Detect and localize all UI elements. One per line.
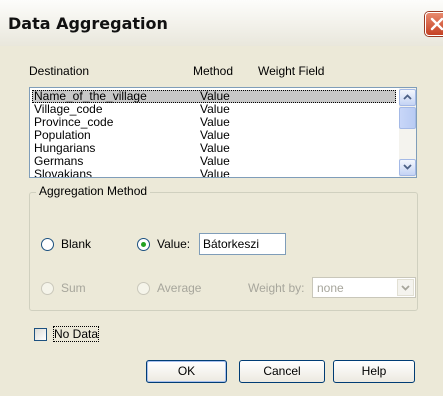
close-icon bbox=[430, 17, 443, 31]
field-list[interactable]: Name_of_the_village Value Village_code V… bbox=[29, 87, 417, 178]
chevron-up-icon bbox=[403, 94, 412, 100]
window-title: Data Aggregation bbox=[8, 14, 168, 33]
list-item-method: Value bbox=[200, 167, 230, 178]
column-header-weight-field: Weight Field bbox=[258, 64, 325, 78]
weight-by-dropdown-button[interactable] bbox=[397, 279, 414, 296]
scroll-up-button[interactable] bbox=[399, 89, 416, 106]
weight-by-value: none bbox=[317, 281, 344, 295]
chevron-down-icon bbox=[401, 285, 410, 291]
average-label[interactable]: Average bbox=[157, 281, 201, 295]
sum-label[interactable]: Sum bbox=[61, 281, 86, 295]
column-header-method: Method bbox=[193, 64, 234, 78]
weight-by-select[interactable]: none bbox=[312, 277, 416, 298]
vertical-scrollbar[interactable] bbox=[399, 88, 416, 177]
chevron-down-icon bbox=[403, 164, 412, 170]
weight-by-label: Weight by: bbox=[248, 281, 305, 295]
close-button[interactable] bbox=[425, 12, 443, 36]
value-label[interactable]: Value: bbox=[157, 237, 190, 251]
radio-selected-dot bbox=[141, 242, 146, 247]
ok-button[interactable]: OK bbox=[146, 360, 227, 383]
cancel-button[interactable]: Cancel bbox=[239, 360, 325, 383]
column-header-destination: Destination bbox=[29, 64, 90, 78]
data-aggregation-dialog: Data Aggregation Destination Method Weig… bbox=[0, 0, 443, 396]
list-item-destination: Slovakians bbox=[34, 167, 93, 178]
no-data-label[interactable]: No Data bbox=[52, 326, 100, 342]
sum-radio[interactable] bbox=[41, 282, 54, 295]
scroll-thumb[interactable] bbox=[399, 107, 416, 129]
value-input[interactable]: Bátorkeszi bbox=[199, 233, 286, 255]
title-bar[interactable]: Data Aggregation bbox=[0, 0, 443, 46]
blank-radio[interactable] bbox=[41, 238, 54, 251]
value-radio[interactable] bbox=[137, 238, 150, 251]
help-button[interactable]: Help bbox=[333, 360, 415, 383]
blank-label[interactable]: Blank bbox=[61, 237, 91, 251]
aggregation-method-legend: Aggregation Method bbox=[36, 184, 151, 198]
list-item[interactable]: Slovakians Value bbox=[32, 168, 396, 178]
scroll-down-button[interactable] bbox=[399, 159, 416, 176]
average-radio[interactable] bbox=[137, 282, 150, 295]
no-data-checkbox[interactable] bbox=[34, 328, 47, 341]
